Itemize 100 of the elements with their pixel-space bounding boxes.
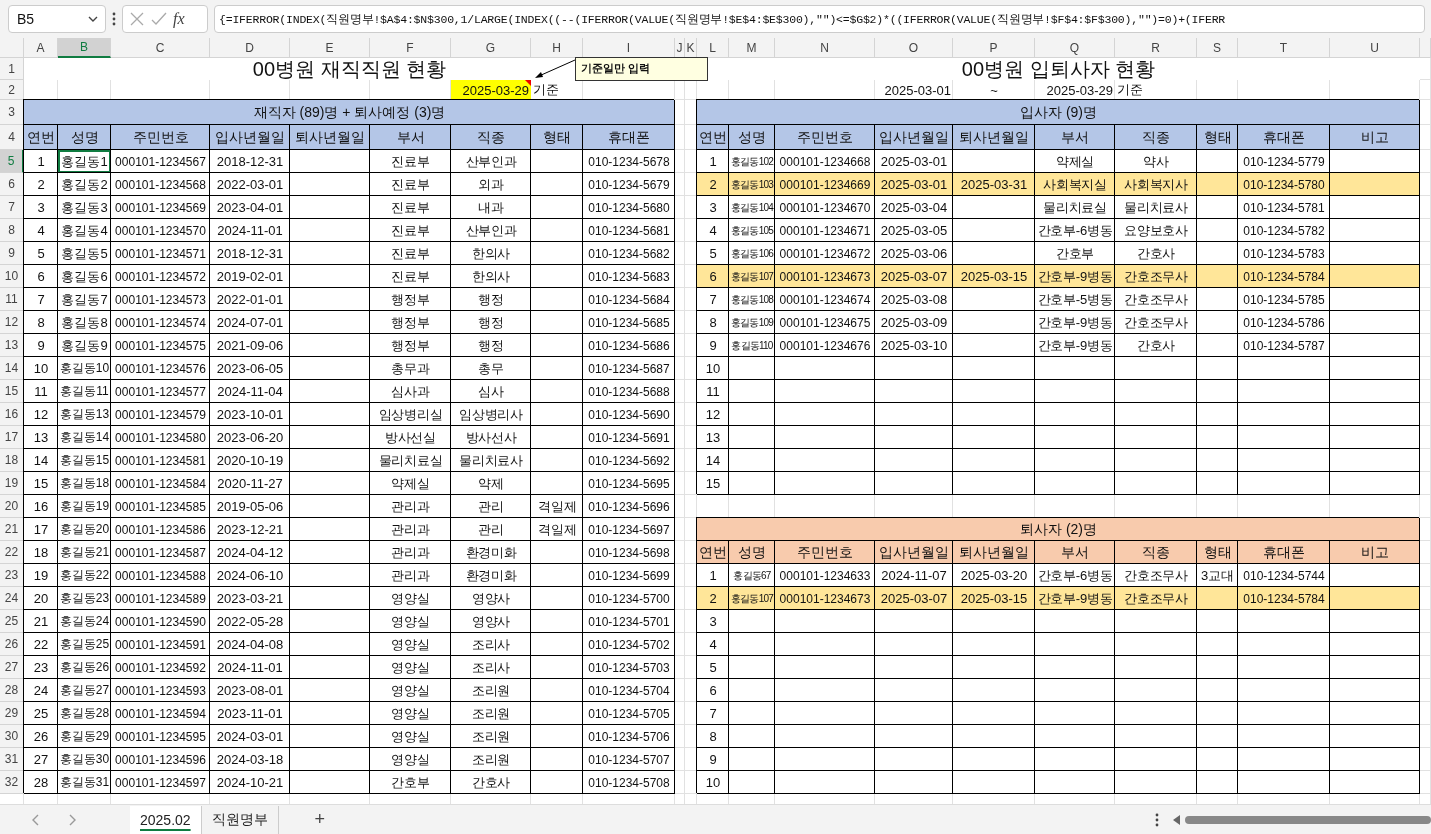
table-cell[interactable]: 홍길동4 [58,219,111,242]
add-sheet-button[interactable]: + [308,808,332,831]
table-cell[interactable]: 홍길동22 [58,564,111,587]
row-header[interactable]: 15 [0,380,24,403]
formula-field[interactable]: {=IFERROR(INDEX(직원명부!$A$4:$N$300,1/LARGE(INDEX((--(IFERROR(VALUE(직원명부!$E$4:$E$300),"")<=$G$2)*((IFERROR(VALUE(직원명부!$F$4:$F$300),"")=0)+(IFERR [214,5,1425,33]
row-header[interactable]: 19 [0,472,24,495]
insert-function-button[interactable]: fx [173,10,185,28]
table-cell[interactable]: 홍길동8 [58,311,111,334]
table-cell[interactable]: 홍길동14 [58,426,111,449]
horizontal-scrollbar[interactable] [1173,812,1431,827]
row-header[interactable]: 17 [0,426,24,449]
check-icon[interactable] [151,11,167,27]
more-icon[interactable] [112,12,116,26]
column-header[interactable] [1420,38,1431,58]
row-header[interactable]: 21 [0,518,24,541]
table-cell[interactable]: 홍길동6 [58,265,111,288]
table-cell[interactable]: 홍길동2 [58,173,111,196]
row-header[interactable]: 10 [0,265,24,288]
row-header[interactable]: 3 [0,100,24,125]
row-header[interactable]: 9 [0,242,24,265]
row-header[interactable]: 29 [0,702,24,725]
row-header[interactable]: 27 [0,656,24,679]
table-cell: 2023-11-01 [210,702,290,725]
column-header[interactable]: H [531,38,583,58]
column-header[interactable]: T [1238,38,1330,58]
table-cell[interactable]: 홍길동18 [58,472,111,495]
column-header[interactable]: L [697,38,729,58]
column-header[interactable]: Q [1035,38,1115,58]
table-cell[interactable]: 홍길동19 [58,495,111,518]
row-header[interactable]: 18 [0,449,24,472]
row-header[interactable]: 12 [0,311,24,334]
row-header[interactable]: 7 [0,196,24,219]
base-date-cell[interactable]: 2025-03-29 [451,80,531,100]
row-header[interactable]: 8 [0,219,24,242]
more-icon[interactable] [1155,812,1159,827]
table-cell[interactable]: 홍길동25 [58,633,111,656]
column-header[interactable]: S [1197,38,1238,58]
close-icon[interactable] [129,11,145,27]
row-header[interactable]: 32 [0,771,24,794]
row-header[interactable]: 6 [0,173,24,196]
name-box[interactable]: B5 [8,5,106,33]
sheet-tab[interactable]: 2025.02 [130,805,202,834]
table-cell: 2024-11-04 [210,380,290,403]
row-header[interactable]: 4 [0,125,24,150]
column-header[interactable]: A [24,38,58,58]
table-cell: 010-1234-5683 [583,265,675,288]
spreadsheet-grid[interactable] [0,38,1431,804]
table-cell: 2 [697,587,729,610]
table-cell[interactable]: 홍길동10 [58,357,111,380]
table-cell[interactable]: 홍길동9 [58,334,111,357]
row-header[interactable]: 28 [0,679,24,702]
table-cell[interactable]: 홍길동29 [58,725,111,748]
row-header[interactable]: 14 [0,357,24,380]
table-cell[interactable]: 홍길동30 [58,748,111,771]
column-header[interactable]: O [875,38,953,58]
table-cell[interactable]: 홍길동1 [58,150,111,173]
table-cell: 홍길동105 [729,219,775,242]
row-header[interactable]: 20 [0,495,24,518]
table-cell[interactable]: 홍길동13 [58,403,111,426]
table-cell[interactable]: 홍길동11 [58,380,111,403]
column-header[interactable]: R [1115,38,1197,58]
table-cell[interactable]: 홍길동7 [58,288,111,311]
column-header[interactable]: E [290,38,370,58]
column-header[interactable]: P [953,38,1035,58]
table-cell[interactable]: 홍길동20 [58,518,111,541]
row-header[interactable]: 23 [0,564,24,587]
table-cell[interactable]: 홍길동28 [58,702,111,725]
table-cell[interactable]: 홍길동26 [58,656,111,679]
column-header[interactable]: N [775,38,875,58]
table-cell: 조리원 [451,679,531,702]
column-header[interactable]: F [370,38,451,58]
row-header[interactable]: 31 [0,748,24,771]
column-header[interactable]: M [729,38,775,58]
table-cell[interactable]: 홍길동15 [58,449,111,472]
table-cell[interactable]: 홍길동3 [58,196,111,219]
table-cell[interactable]: 홍길동21 [58,541,111,564]
column-header[interactable]: K [685,38,697,58]
row-header[interactable]: 1 [0,58,24,80]
row-header[interactable]: 11 [0,288,24,311]
row-header[interactable]: 26 [0,633,24,656]
column-header[interactable]: G [451,38,531,58]
column-header[interactable]: D [210,38,290,58]
row-header[interactable]: 2 [0,80,24,100]
table-cell[interactable]: 홍길동24 [58,610,111,633]
sheet-tab[interactable]: 직원명부 [201,805,279,834]
table-cell[interactable]: 홍길동5 [58,242,111,265]
column-header[interactable]: I [583,38,675,58]
column-header[interactable]: C [111,38,210,58]
table-cell[interactable]: 홍길동27 [58,679,111,702]
row-header[interactable]: 22 [0,541,24,564]
table-cell[interactable]: 홍길동31 [58,771,111,794]
row-header[interactable]: 25 [0,610,24,633]
table-cell[interactable]: 홍길동23 [58,587,111,610]
row-header[interactable]: 13 [0,334,24,357]
table-cell: 000101-1234674 [775,288,875,311]
column-header[interactable]: U [1330,38,1420,58]
row-header[interactable]: 24 [0,587,24,610]
row-header[interactable]: 30 [0,725,24,748]
select-all-button[interactable] [0,38,24,58]
row-header[interactable]: 16 [0,403,24,426]
